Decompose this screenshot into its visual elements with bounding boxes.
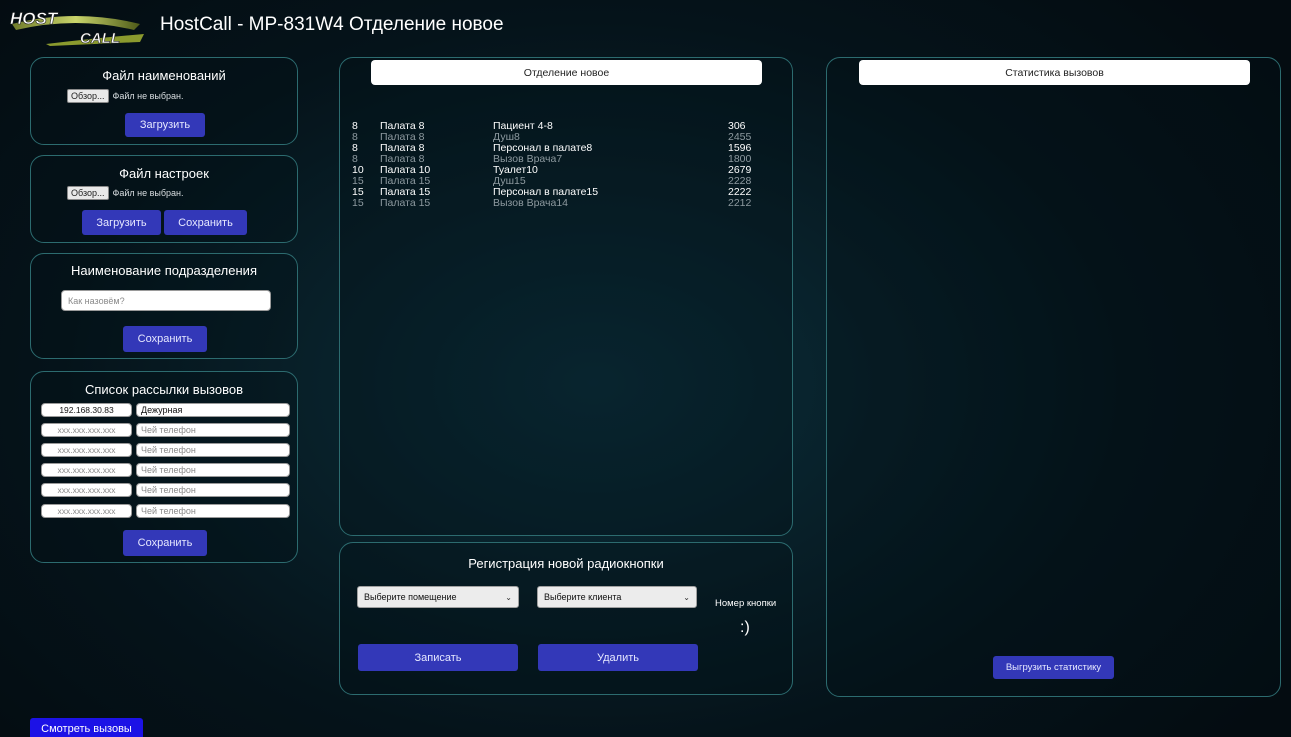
- room-select-value: Выберите помещение: [364, 592, 457, 602]
- registration-title: Регистрация новой радиокнопки: [468, 556, 664, 571]
- distribution-title: Список рассылки вызовов: [84, 382, 243, 397]
- chevron-down-icon: ⌄: [505, 592, 512, 602]
- distribution-ip-input[interactable]: [41, 504, 132, 518]
- names-file-upload-button[interactable]: Загрузить: [125, 113, 205, 137]
- delete-button[interactable]: Удалить: [538, 644, 698, 671]
- distribution-row: [41, 483, 291, 497]
- department-title: Отделение новое: [371, 60, 762, 85]
- page-title: HostCall - MP-831W4 Отделение новое: [160, 14, 504, 35]
- statistics-panel: Статистика вызовов Выгрузить статистику: [826, 57, 1281, 697]
- svg-text:CALL: CALL: [80, 30, 120, 46]
- settings-file-panel: Файл настроек Обзор... Файл не выбран. З…: [30, 155, 298, 243]
- distribution-ip-input[interactable]: [41, 423, 132, 437]
- settings-file-save-button[interactable]: Сохранить: [164, 210, 247, 235]
- distribution-save-button[interactable]: Сохранить: [123, 530, 207, 556]
- division-name-panel: Наименование подразделения Сохранить: [30, 253, 298, 359]
- distribution-panel: Список рассылки вызовов Сохранить: [30, 371, 298, 563]
- distribution-ip-input[interactable]: [41, 463, 132, 477]
- distribution-row: [41, 403, 291, 417]
- names-file-panel: Файл наименований Обзор... Файл не выбра…: [30, 57, 298, 145]
- names-file-title: Файл наименований: [102, 68, 226, 83]
- division-name-save-button[interactable]: Сохранить: [123, 326, 207, 352]
- distribution-row: [41, 504, 291, 518]
- distribution-row: [41, 443, 291, 457]
- settings-file-title: Файл настроек: [119, 166, 209, 181]
- division-name-input[interactable]: [61, 290, 271, 311]
- call-row: 15 Палата 15 Вызов Врача14 2212: [352, 198, 772, 209]
- distribution-ip-input[interactable]: [41, 443, 132, 457]
- distribution-row: [41, 463, 291, 477]
- distribution-phone-owner-input[interactable]: [136, 483, 290, 497]
- settings-file-browse-button[interactable]: Обзор...: [67, 186, 109, 200]
- call-name: Вызов Врача14: [493, 197, 569, 209]
- call-list: 8 Палата 8 Пациент 4-8 306 8 Палата 8 Душ8 2455…: [352, 121, 772, 209]
- call-room-number: 15: [352, 197, 364, 209]
- distribution-phone-owner-input[interactable]: [136, 463, 290, 477]
- call-room: Палата 15: [380, 197, 431, 209]
- settings-file-picker[interactable]: Обзор... Файл не выбран.: [67, 186, 184, 200]
- client-select[interactable]: Выберите клиента ⌄: [537, 586, 697, 608]
- names-file-browse-button[interactable]: Обзор...: [67, 89, 109, 103]
- distribution-phone-owner-input[interactable]: [136, 403, 290, 417]
- export-statistics-button[interactable]: Выгрузить статистику: [993, 656, 1114, 679]
- chevron-down-icon: ⌄: [683, 592, 690, 602]
- settings-file-upload-button[interactable]: Загрузить: [82, 210, 161, 235]
- distribution-phone-owner-input[interactable]: [136, 443, 290, 457]
- distribution-row: [41, 423, 291, 437]
- button-number-label: Номер кнопки: [715, 598, 777, 609]
- distribution-phone-owner-input[interactable]: [136, 504, 290, 518]
- record-button[interactable]: Записать: [358, 644, 518, 671]
- division-name-title: Наименование подразделения: [71, 263, 257, 278]
- names-file-status: Файл не выбран.: [112, 91, 184, 101]
- view-calls-button[interactable]: Смотреть вызовы: [30, 718, 143, 737]
- distribution-ip-input[interactable]: [41, 483, 132, 497]
- settings-file-status: Файл не выбран.: [112, 188, 184, 198]
- svg-text:HOST: HOST: [10, 9, 59, 28]
- hostcall-logo: HOST CALL: [10, 9, 144, 46]
- page-header: HOST CALL HostCall - MP-831W4 Отделение …: [0, 0, 1291, 50]
- client-select-value: Выберите клиента: [544, 592, 622, 602]
- names-file-picker[interactable]: Обзор... Файл не выбран.: [67, 89, 184, 103]
- distribution-ip-input[interactable]: [41, 403, 132, 417]
- registration-panel: Регистрация новой радиокнопки Выберите п…: [339, 542, 793, 695]
- call-code: 2212: [728, 197, 752, 209]
- room-select[interactable]: Выберите помещение ⌄: [357, 586, 519, 608]
- statistics-title: Статистика вызовов: [859, 60, 1250, 85]
- department-panel: Отделение новое 8 Палата 8 Пациент 4-8 306 8…: [339, 57, 793, 536]
- button-number-value: :): [740, 619, 750, 636]
- distribution-phone-owner-input[interactable]: [136, 423, 290, 437]
